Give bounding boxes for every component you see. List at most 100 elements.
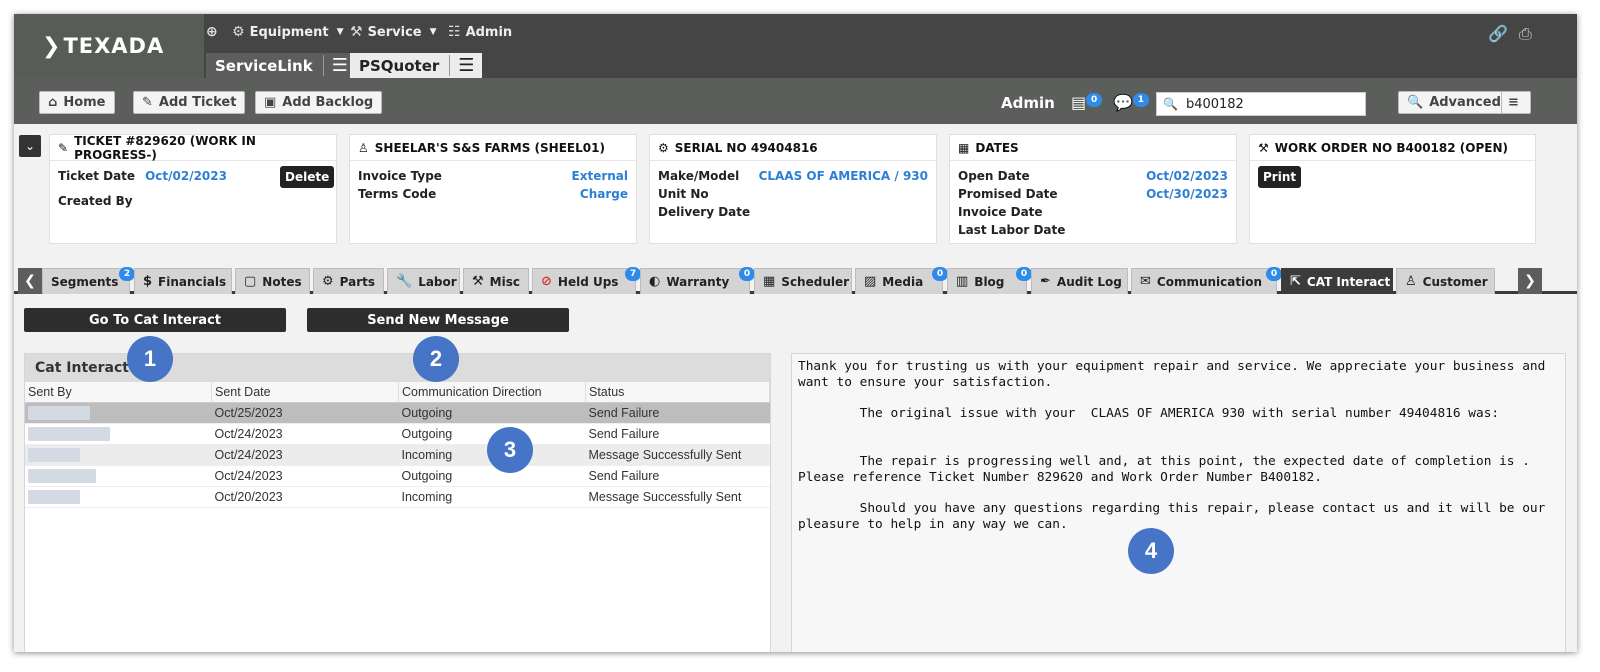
tab-badge: 0 <box>932 267 948 281</box>
delivery-date-label: Delivery Date <box>658 205 751 219</box>
table-header-row: Sent By Sent Date Communication Directio… <box>25 382 770 403</box>
tab-audit-log[interactable]: ✒ Audit Log <box>1031 268 1128 294</box>
tab-communication[interactable]: ✉ Communication 0 <box>1131 267 1282 294</box>
notebook-icon: ▥ <box>956 274 969 289</box>
gears-icon: ⚙ <box>232 24 245 40</box>
notification-badge: 0 <box>1086 93 1103 107</box>
table-row[interactable]: Oct/24/2023 Outgoing Send Failure <box>25 465 770 487</box>
tab-labor[interactable]: 🔧 Labor <box>387 268 460 294</box>
callout-marker: 4 <box>1128 528 1174 574</box>
message-preview[interactable]: Thank you for trusting us with your equi… <box>791 353 1566 652</box>
chat-notifications[interactable]: 💬 1 <box>1113 93 1149 112</box>
send-new-message-button[interactable]: Send New Message <box>307 308 569 332</box>
column-header[interactable]: Status <box>585 382 770 403</box>
open-date-value[interactable]: Oct/02/2023 <box>1146 167 1228 185</box>
pen-icon: ✒ <box>1040 274 1051 289</box>
ticket-card-title: ✎ TICKET #829620 (WORK IN PROGRESS-) <box>50 134 336 162</box>
search-icon: 🔍 <box>1407 95 1424 110</box>
redacted-sender <box>28 490 80 505</box>
home-icon: ⌂ <box>48 95 58 110</box>
open-date-label: Open Date <box>958 169 1030 183</box>
table-row[interactable]: Oct/25/2023 Outgoing Send Failure <box>25 402 770 424</box>
created-by-label: Created By <box>58 194 133 208</box>
work-order-card: ⚒ WORK ORDER NO B400182 (OPEN) Print <box>1249 134 1536 244</box>
add-ticket-label: Add Ticket <box>158 95 237 110</box>
make-model-label: Make/Model <box>658 169 740 183</box>
hamburger-icon[interactable]: ☰ <box>449 55 474 76</box>
tab-cat-interact[interactable]: ⇱ CAT Interact <box>1281 268 1393 294</box>
tab-blog[interactable]: ▥ Blog 0 <box>947 267 1032 294</box>
print-button[interactable]: Print <box>1258 166 1302 188</box>
tab-parts[interactable]: ⚙ Parts <box>313 268 384 294</box>
tab-held-ups[interactable]: ⊘ Held Ups 7 <box>532 267 641 294</box>
table-row[interactable]: Oct/24/2023 Outgoing Send Failure <box>25 423 770 445</box>
promised-date-label: Promised Date <box>958 187 1058 201</box>
table-row[interactable]: Oct/20/2023 Incoming Message Successfull… <box>25 486 770 508</box>
top-bar: ❯TEXADA ⊕ ⚙ Equipment ▼ ⚒ Service ▼ ☷ Ad… <box>14 14 1577 78</box>
tab-warranty[interactable]: ◐ Warranty 0 <box>640 267 755 294</box>
status-cell: Message Successfully Sent <box>585 486 770 508</box>
link-icon[interactable]: 🔗 <box>1488 24 1508 43</box>
column-header[interactable]: Communication Direction <box>398 382 586 403</box>
tab-scroll-right[interactable]: ❯ <box>1518 268 1542 294</box>
customer-card: ♙ SHEELAR'S S&S FARMS (SHEEL01) Invoice T… <box>349 134 637 244</box>
terms-code-value[interactable]: Charge <box>580 185 628 203</box>
go-to-cat-interact-button[interactable]: Go To Cat Interact <box>24 308 286 332</box>
tab-customer[interactable]: ♙ Customer <box>1396 268 1495 294</box>
advanced-search-button[interactable]: 🔍 Advanced <box>1398 91 1510 114</box>
app-tab-label: PSQuoter <box>359 56 440 75</box>
tab-media[interactable]: ▨ Media 0 <box>855 267 948 294</box>
arrow-up-circle-icon: ⊕ <box>206 24 218 40</box>
document-icon: ▢ <box>244 274 257 289</box>
nav-up[interactable]: ⊕ <box>206 24 218 40</box>
invoice-date-label: Invoice Date <box>958 205 1043 219</box>
search-box[interactable]: 🔍 <box>1156 92 1366 116</box>
notifications[interactable]: ▤ 0 <box>1071 93 1103 112</box>
delete-button[interactable]: Delete <box>280 166 335 188</box>
tab-scroll-left[interactable]: ❮ <box>18 268 42 294</box>
tools-icon: ⚒ <box>1258 140 1269 155</box>
envelope-icon: ✉ <box>1140 274 1151 289</box>
nav-service[interactable]: ⚒ Service ▼ <box>350 24 437 40</box>
home-label: Home <box>63 95 106 110</box>
add-backlog-button[interactable]: ▣ Add Backlog <box>255 91 383 114</box>
tab-strip: ❮ Segments 2 $ Financials ▢ Notes ⚙ Parts 🔧 L… <box>14 262 1577 294</box>
collapse-cards-button[interactable]: ⌄ <box>19 135 41 157</box>
tab-scheduler[interactable]: ▦ Scheduler <box>754 268 852 294</box>
callout-marker: 1 <box>127 336 173 382</box>
invoice-type-value[interactable]: External <box>572 167 628 185</box>
tab-notes[interactable]: ▢ Notes <box>235 268 310 294</box>
menu-button[interactable]: ≡ <box>1501 91 1531 114</box>
tab-badge: 0 <box>739 267 755 281</box>
search-input[interactable] <box>1183 95 1358 113</box>
tab-badge: 2 <box>119 267 135 281</box>
column-header[interactable]: Sent Date <box>211 382 399 403</box>
app-tab-servicelink[interactable]: ServiceLink ☰ <box>206 53 356 78</box>
caret-down-icon: ▼ <box>336 27 344 37</box>
redacted-sender <box>28 406 90 421</box>
tab-misc[interactable]: ⚒ Misc <box>463 268 529 294</box>
table-row[interactable]: Oct/24/2023 Incoming Message Successfull… <box>25 444 770 466</box>
make-model-value[interactable]: CLAAS OF AMERICA / 930 <box>759 167 928 185</box>
status-cell: Send Failure <box>585 465 770 487</box>
redacted-sender <box>28 469 96 484</box>
promised-date-value[interactable]: Oct/30/2023 <box>1146 185 1228 203</box>
tab-segments[interactable]: Segments 2 <box>42 267 135 294</box>
messages-table: Sent By Sent Date Communication Directio… <box>25 382 770 508</box>
image-icon: ▨ <box>864 274 877 289</box>
add-ticket-button[interactable]: ✎ Add Ticket <box>133 91 246 114</box>
ticket-icon: ✎ <box>142 95 153 110</box>
hamburger-icon[interactable]: ☰ <box>322 55 348 76</box>
chevron-left-icon: ❮ <box>24 273 36 289</box>
app-tab-psquoter[interactable]: PSQuoter ☰ <box>350 53 483 78</box>
home-button[interactable]: ⌂ Home <box>39 91 115 114</box>
printer-icon[interactable]: ⎙ <box>1519 24 1532 44</box>
column-header[interactable]: Sent By <box>25 382 212 403</box>
nav-admin[interactable]: ☷ Admin <box>448 24 512 40</box>
texada-logo[interactable]: ❯TEXADA <box>42 34 164 59</box>
add-backlog-label: Add Backlog <box>282 95 374 110</box>
tab-financials[interactable]: $ Financials <box>134 268 232 294</box>
nav-equipment[interactable]: ⚙ Equipment ▼ <box>232 24 344 40</box>
ticket-date-value[interactable]: Oct/02/2023 <box>145 167 227 185</box>
current-user[interactable]: Admin <box>1001 94 1055 112</box>
